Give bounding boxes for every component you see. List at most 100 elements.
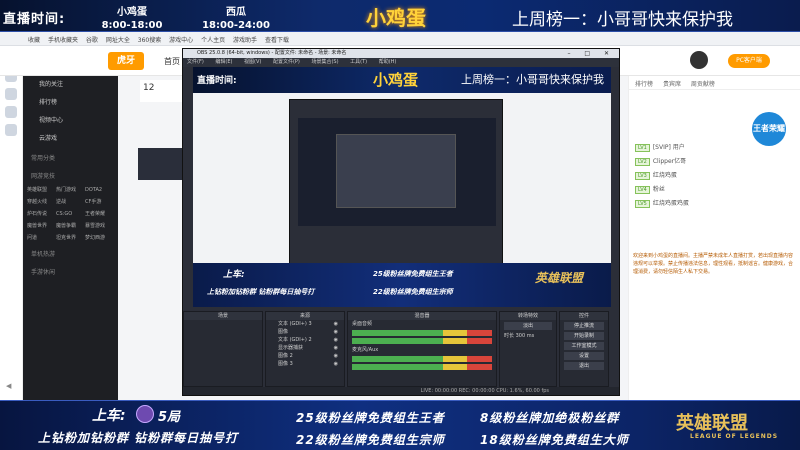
bookmark-item[interactable]: 游戏助手 <box>233 35 257 44</box>
preview-col-a1: 25级粉丝牌免费组生王者 <box>373 270 453 278</box>
source-label: 文本 (GDI+) 2 <box>278 337 312 343</box>
category-item[interactable]: 坦克世界 <box>56 232 85 244</box>
sources-dock: 来源 文本 (GDI+) 3 ◉ 图像 ◉ 文本 (GDI+) 2 ◉ 显示器捕获 ◉ … <box>265 311 345 387</box>
obs-preview[interactable]: 直播时间: 小鸡蛋 上周榜一：小哥哥快来保护我 上车: 上钻粉加钻粉群 钻粉群每… <box>193 67 611 307</box>
source-item[interactable]: 文本 (GDI+) 3 ◉ <box>266 320 344 328</box>
category-item[interactable]: 逆战 <box>56 196 85 208</box>
avatar[interactable] <box>690 51 708 69</box>
scenes-header: 场景 <box>184 312 262 320</box>
source-item[interactable]: 图像 2 ◉ <box>266 352 344 360</box>
nav-follow[interactable]: 我的关注 <box>23 76 118 94</box>
eye-icon[interactable]: ◉ <box>334 336 338 344</box>
source-item[interactable]: 图像 ◉ <box>266 328 344 336</box>
volume-meter[interactable] <box>352 338 492 344</box>
category-item[interactable]: DOTA2 <box>85 184 114 196</box>
game-badge[interactable]: 王者荣耀 <box>752 112 786 146</box>
stream-thumbnail[interactable] <box>138 148 186 180</box>
menu-item[interactable]: 帮助(H) <box>379 59 397 65</box>
controls-dock: 控件 停止推流 开始录制 工作室模式 设置 退出 <box>559 311 609 387</box>
site-logo[interactable]: 虎牙 <box>108 52 144 70</box>
menu-item[interactable]: 视图(V) <box>244 59 261 65</box>
scroll-left-icon[interactable]: ◀ <box>6 382 14 390</box>
source-item[interactable]: 显示器捕获 ◉ <box>266 344 344 352</box>
start-record-button[interactable]: 开始录制 <box>564 332 604 340</box>
bookmark-item[interactable]: 查看下载 <box>265 35 289 44</box>
tab-contrib[interactable]: 周贡献榜 <box>691 81 715 88</box>
exit-button[interactable]: 退出 <box>564 362 604 370</box>
source-item[interactable]: 图像 3 ◉ <box>266 360 344 368</box>
user-name[interactable]: 红烧鸡蛋鸡蛋 <box>653 200 689 207</box>
studio-mode-button[interactable]: 工作室模式 <box>564 342 604 350</box>
lol-logo-sub: LEAGUE OF LEGENDS <box>690 433 779 440</box>
eye-icon[interactable]: ◉ <box>334 344 338 352</box>
user-name[interactable]: 粉丝 <box>653 186 665 193</box>
tab-vip[interactable]: 贵宾席 <box>663 81 681 88</box>
user-name[interactable]: 红烧鸡蛋 <box>653 172 677 179</box>
bookmark-item[interactable]: 个人主页 <box>201 35 225 44</box>
preview-rank: 上周榜一：小哥哥快来保护我 <box>461 73 604 86</box>
stop-stream-button[interactable]: 停止推流 <box>564 322 604 330</box>
category-item[interactable]: 热门游戏 <box>56 184 85 196</box>
volume-meter[interactable] <box>352 330 492 336</box>
mixer-dock: 混音器 桌面音频 麦克风/Aux <box>347 311 497 387</box>
nav-video[interactable]: 视频中心 <box>23 112 118 130</box>
source-item[interactable]: 文本 (GDI+) 2 ◉ <box>266 336 344 344</box>
host1-name: 小鸡蛋 <box>117 7 147 18</box>
window-controls-icon[interactable]: – □ ✕ <box>567 49 615 58</box>
board-label: 上车: <box>92 408 126 424</box>
menu-item[interactable]: 工具(T) <box>350 59 367 65</box>
category-item[interactable]: 梦幻西游 <box>85 232 114 244</box>
settings-button[interactable]: 设置 <box>564 352 604 360</box>
download-icon[interactable] <box>5 88 17 100</box>
bookmark-item[interactable]: 360搜索 <box>138 35 161 44</box>
eye-icon[interactable]: ◉ <box>334 320 338 328</box>
bookmark-item[interactable]: 手机收藏夹 <box>48 35 78 44</box>
category-item[interactable]: 英雄联盟 <box>27 184 56 196</box>
stream-screen: 直播时间: 小鸡蛋 8:00-18:00 西瓜 18:00-24:00 小鸡蛋 … <box>0 0 800 450</box>
category-item[interactable]: 暴雪游戏 <box>85 220 114 232</box>
category-item[interactable]: 问道 <box>27 232 56 244</box>
category-item[interactable]: CS:GO <box>56 208 85 220</box>
lol-logo: 英雄联盟 <box>676 413 748 434</box>
user-name[interactable]: [SVIP] 用户 <box>653 144 685 151</box>
nav-cloudgame[interactable]: 云游戏 <box>23 130 118 148</box>
category-item[interactable]: CF手游 <box>85 196 114 208</box>
streamer-logo: 小鸡蛋 <box>366 6 426 30</box>
eye-icon[interactable]: ◉ <box>334 352 338 360</box>
menu-item[interactable]: 场景集合(S) <box>311 59 338 65</box>
level-badge: LV5 <box>635 200 650 208</box>
nav-rank[interactable]: 排行榜 <box>23 94 118 112</box>
menu-item[interactable]: 编辑(E) <box>215 59 232 65</box>
game-icon[interactable] <box>5 106 17 118</box>
volume-meter[interactable] <box>352 364 492 370</box>
menu-item[interactable]: 文件(F) <box>187 59 204 65</box>
obs-titlebar: OBS 25.0.8 (64-bit, windows) - 配置文件: 未命名… <box>183 49 619 58</box>
bookmark-item[interactable]: 网址大全 <box>106 35 130 44</box>
app-icon[interactable] <box>5 124 17 136</box>
bookmark-item[interactable]: 谷歌 <box>86 35 98 44</box>
category-item[interactable]: 炉石传说 <box>27 208 56 220</box>
eye-icon[interactable]: ◉ <box>334 328 338 336</box>
category-item[interactable]: 魔兽争霸 <box>56 220 85 232</box>
fan-group-text: 上钻粉加钻粉群 钻粉群每日抽号打 <box>38 431 239 445</box>
category-item[interactable]: 穿越火线 <box>27 196 56 208</box>
duration-input[interactable]: 300 ms <box>516 333 535 339</box>
list-item: LV5 红烧鸡蛋鸡蛋 <box>635 198 794 210</box>
browser-sidebar <box>0 46 23 400</box>
category-item[interactable]: 魔兽世界 <box>27 220 56 232</box>
bookmark-item[interactable]: 收藏 <box>28 35 40 44</box>
tab-rank[interactable]: 排行榜 <box>635 81 653 88</box>
obs-title: OBS 25.0.8 (64-bit, windows) - 配置文件: 未命名… <box>197 50 347 56</box>
pc-client-button[interactable]: PC客户端 <box>728 54 770 68</box>
category-item[interactable]: 王者荣耀 <box>85 208 114 220</box>
transitions-header: 转场特效 <box>500 312 556 320</box>
nav-home[interactable]: 首页 <box>164 56 180 67</box>
volume-meter[interactable] <box>352 356 492 362</box>
board-count: 5局 <box>158 410 181 425</box>
reward-text-b2: 18级粉丝牌免费组生大师 <box>480 433 629 447</box>
user-name[interactable]: Clipper亿哥 <box>653 158 686 165</box>
menu-item[interactable]: 配置文件(P) <box>273 59 300 65</box>
eye-icon[interactable]: ◉ <box>334 360 338 368</box>
bookmark-item[interactable]: 游戏中心 <box>169 35 193 44</box>
transition-select[interactable]: 淡出 <box>504 322 552 330</box>
